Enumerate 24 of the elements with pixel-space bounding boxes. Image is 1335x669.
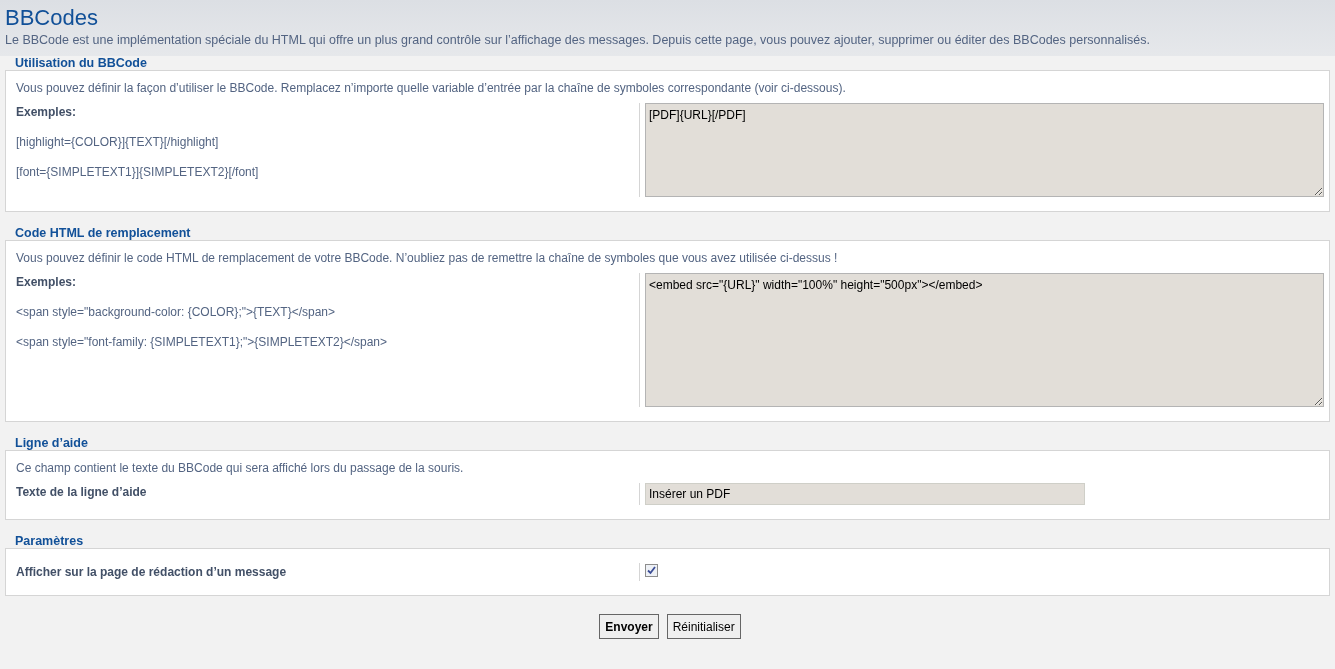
section-legend: Ligne d’aide <box>15 436 88 450</box>
example-text: <span style="font-family: {SIMPLETEXT1};">{SIMPLETEXT2}</span> <box>16 334 388 351</box>
page-title: BBCodes <box>5 5 98 31</box>
section-legend: Paramètres <box>15 534 84 548</box>
field-label: Exemples: <box>16 104 77 121</box>
code-textarea[interactable]: <embed src="{URL}" width="100%" height="500px"></embed> <box>645 273 1324 407</box>
page-description: Le BBCode est une implémentation spéciale du HTML qui offre un plus grand contrôle sur l’affichage des messages. Depuis cette page, vous pouvez ajouter, supprimer ou éditer des BBCodes personnalisés. <box>5 32 1151 48</box>
field-label: Afficher sur la page de rédaction d’un message <box>16 564 287 581</box>
section-description: Vous pouvez définir le code HTML de remplacement de votre BBCode. N’oubliez pas de remettre la chaîne de symboles que vous avez utilisée ci-dessus ! <box>16 250 839 267</box>
example-text: <span style="background-color: {COLOR};">{TEXT}</span> <box>16 304 336 321</box>
code-textarea[interactable]: [PDF]{URL}[/PDF] <box>645 103 1324 197</box>
checkmark-icon <box>647 566 656 575</box>
input-field[interactable]: Insérer un PDF <box>645 483 1085 505</box>
submit-button[interactable]: Envoyer <box>599 614 659 639</box>
section-legend: Code HTML de remplacement <box>15 226 191 240</box>
example-text: [highlight={COLOR}]{TEXT}[/highlight] <box>16 134 219 151</box>
section-description: Ce champ contient le texte du BBCode qui sera affiché lors du passage de la souris. <box>16 460 465 477</box>
checkbox[interactable] <box>645 564 658 577</box>
section-legend: Utilisation du BBCode <box>15 56 147 70</box>
field-label: Texte de la ligne d’aide <box>16 484 147 501</box>
example-text: [font={SIMPLETEXT1}]{SIMPLETEXT2}[/font] <box>16 164 259 181</box>
reset-button[interactable]: Réinitialiser <box>666 614 741 639</box>
field-label: Exemples: <box>16 274 77 291</box>
section-description: Vous pouvez définir la façon d’utiliser le BBCode. Remplacez n’importe quelle variable d’entrée par la chaîne de symboles correspondante (voir ci-dessous). <box>16 80 847 97</box>
